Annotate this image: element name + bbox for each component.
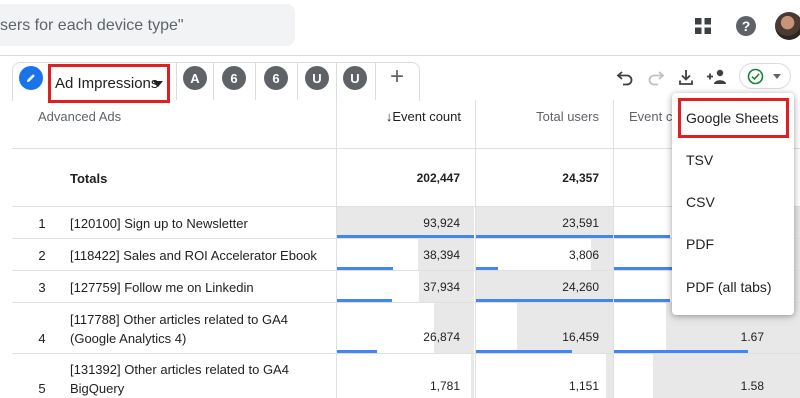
row-number: 4 xyxy=(38,331,46,346)
tab-ad-impressions[interactable]: Ad Impressions xyxy=(48,64,170,103)
value-bar xyxy=(471,354,474,398)
event-count-value: 1,781 xyxy=(429,379,460,393)
menu-item-pdf[interactable]: PDF xyxy=(672,224,794,264)
tab-chip[interactable]: 6 xyxy=(264,66,288,90)
export-menu: Google Sheets TSV CSV PDF PDF (all tabs) xyxy=(672,93,794,315)
undo-icon[interactable] xyxy=(614,66,636,88)
tab-divider xyxy=(255,62,256,100)
tab-chip[interactable]: U xyxy=(305,66,329,90)
column-label: Event count xyxy=(392,109,461,124)
status-dropdown[interactable] xyxy=(739,63,791,89)
redo-icon[interactable] xyxy=(645,66,667,88)
table-row[interactable]: 5 [131392] Other articles related to GA4… xyxy=(12,354,800,398)
row-dimension[interactable]: [120100] Sign up to Newsletter xyxy=(70,214,332,233)
row-dimension[interactable]: [117788] Other articles related to GA4 (… xyxy=(70,310,332,348)
event-count-header[interactable]: ↓Event count xyxy=(336,100,475,148)
share-icon[interactable] xyxy=(705,66,731,88)
tab-divider xyxy=(176,62,177,100)
menu-item-google-sheets[interactable]: Google Sheets xyxy=(678,98,789,138)
total-users-cell: 3,806 xyxy=(476,239,613,270)
event-count-value: 93,924 xyxy=(423,216,460,230)
menu-item-tsv[interactable]: TSV xyxy=(672,140,794,180)
row-number: 1 xyxy=(38,216,46,231)
row-number: 5 xyxy=(38,381,46,396)
per-user-value: 1.67 xyxy=(740,330,764,344)
edit-pencil-icon[interactable] xyxy=(19,66,43,90)
download-icon[interactable] xyxy=(675,66,697,88)
apps-icon[interactable] xyxy=(690,13,716,39)
tab-divider xyxy=(336,62,337,100)
total-users-value: 23,591 xyxy=(562,216,599,230)
caret-down-icon xyxy=(773,74,781,79)
row-dimension[interactable]: [118422] Sales and ROI Accelerator Ebook xyxy=(70,246,332,265)
total-users-header[interactable]: Total users xyxy=(475,100,613,148)
event-count-cell: 26,874 xyxy=(337,303,474,353)
event-count-cell: 38,394 xyxy=(337,239,474,270)
event-count-cell: 93,924 xyxy=(337,207,474,238)
caret-down-icon xyxy=(153,81,163,87)
total-users-cell: 16,459 xyxy=(476,303,613,353)
tab-chip[interactable]: A xyxy=(183,66,207,90)
event-count-value: 37,934 xyxy=(423,280,460,294)
tab-chip[interactable]: U xyxy=(343,66,367,90)
svg-text:?: ? xyxy=(742,18,751,34)
value-bar xyxy=(517,303,613,353)
add-tab-button[interactable]: + xyxy=(385,65,409,90)
row-dimension[interactable]: [131392] Other articles related to GA4 B… xyxy=(70,360,332,398)
total-users-value: 1,151 xyxy=(568,379,599,393)
total-users-value: 24,260 xyxy=(562,280,599,294)
value-bar xyxy=(653,354,800,398)
search-placeholder: sers for each device type" xyxy=(0,17,184,34)
total-users-cell: 1,151 xyxy=(476,354,613,398)
total-users-cell: 24,260 xyxy=(476,271,613,302)
event-count-per-user-cell: 1.58 xyxy=(614,354,800,398)
per-user-value: 1.58 xyxy=(740,379,764,393)
menu-item-csv[interactable]: CSV xyxy=(672,182,794,222)
value-bar xyxy=(606,354,613,398)
top-bar: sers for each device type" ? xyxy=(0,0,800,52)
avatar[interactable] xyxy=(775,12,800,40)
tab-divider xyxy=(375,62,376,100)
tab-label: Ad Impressions xyxy=(55,75,159,92)
check-circle-icon xyxy=(747,68,764,85)
help-icon[interactable]: ? xyxy=(733,13,759,39)
dimension-header[interactable]: Advanced Ads xyxy=(12,100,336,148)
menu-item-pdf-all-tabs[interactable]: PDF (all tabs) xyxy=(672,267,794,307)
value-bar xyxy=(434,303,474,353)
totals-total-users-cell: 24,357 xyxy=(476,149,613,206)
totals-total-users: 24,357 xyxy=(562,171,599,185)
row-number: 2 xyxy=(38,248,46,263)
search-input[interactable]: sers for each device type" xyxy=(0,4,295,46)
tab-divider xyxy=(213,62,214,100)
total-users-value: 3,806 xyxy=(568,248,599,262)
event-count-cell: 37,934 xyxy=(337,271,474,302)
event-count-value: 38,394 xyxy=(423,248,460,262)
total-users-value: 16,459 xyxy=(562,330,599,344)
tab-chip[interactable]: 6 xyxy=(222,66,246,90)
total-users-cell: 23,591 xyxy=(476,207,613,238)
event-count-cell: 1,781 xyxy=(337,354,474,398)
event-count-value: 26,874 xyxy=(423,330,460,344)
tab-divider xyxy=(297,62,298,100)
row-dimension[interactable]: [127759] Follow me on Linkedin xyxy=(70,278,332,297)
totals-label: Totals xyxy=(70,171,108,186)
row-number: 3 xyxy=(38,280,46,295)
totals-event-count: 202,447 xyxy=(416,171,460,185)
totals-event-count-cell: 202,447 xyxy=(337,149,474,206)
